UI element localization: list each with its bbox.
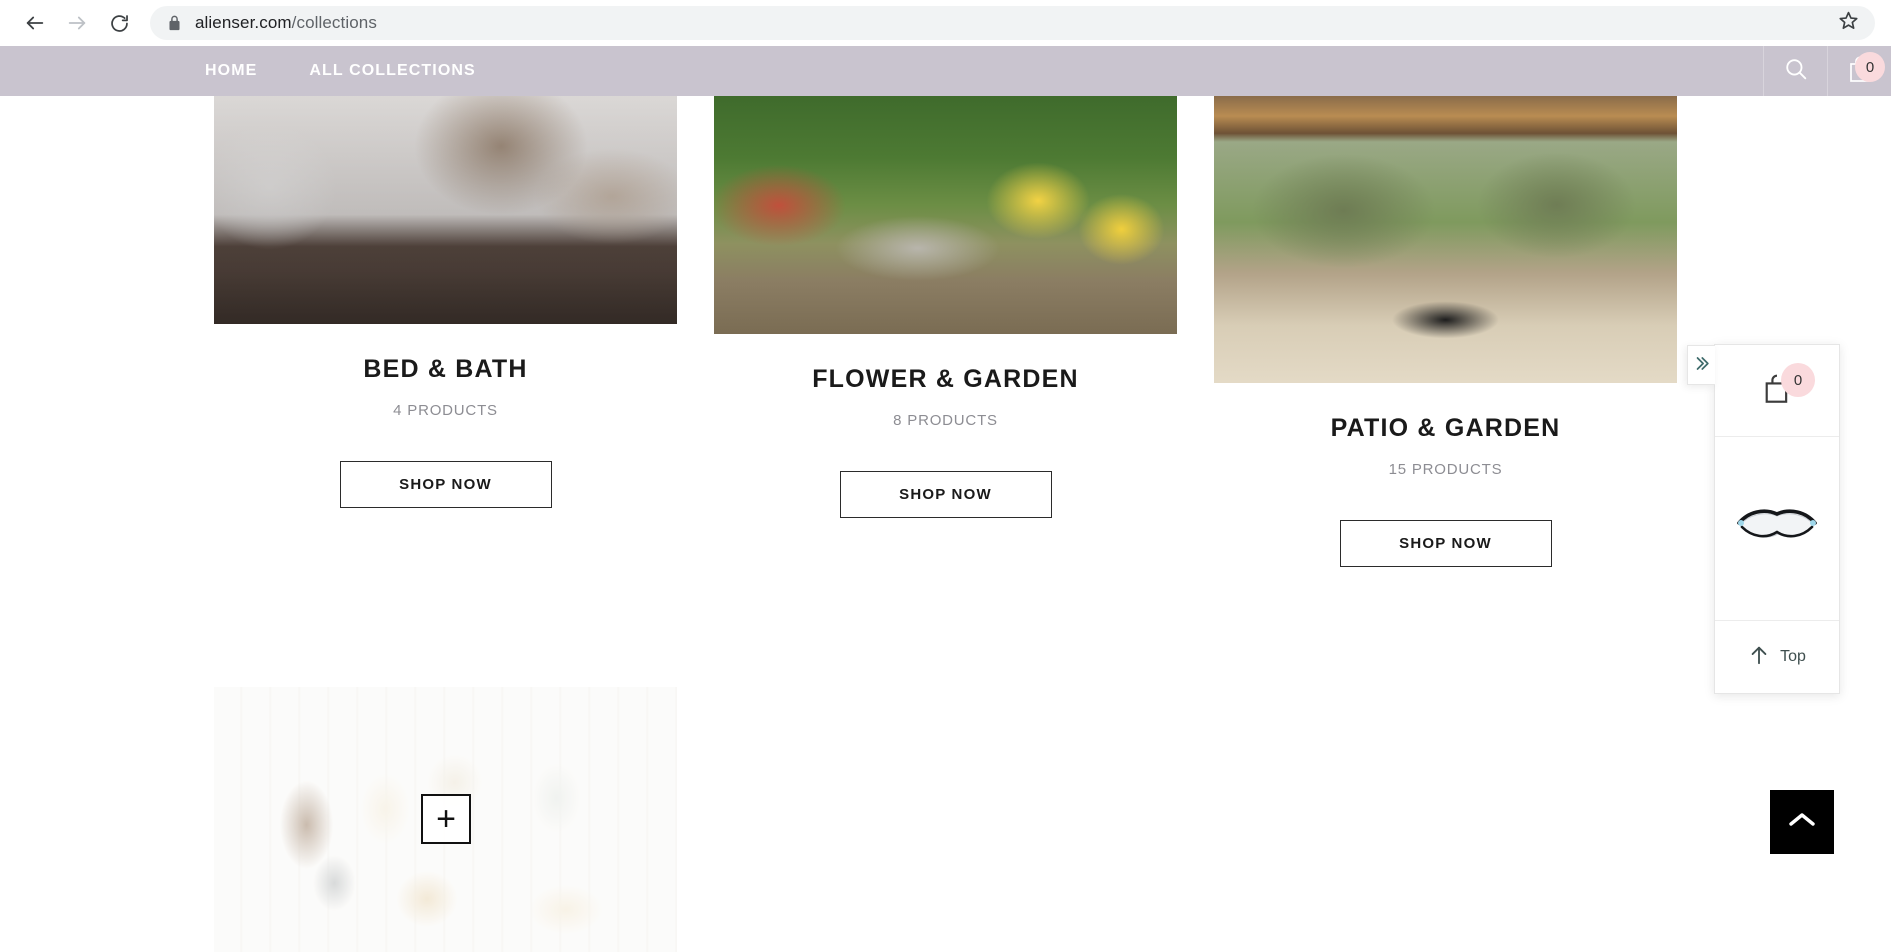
- bath-products-flatlay-image[interactable]: +: [214, 687, 677, 952]
- collection-product-count: 4 PRODUCTS: [393, 402, 498, 419]
- cart-button[interactable]: 0: [1827, 46, 1891, 96]
- browser-toolbar: alienser.com/collections: [0, 0, 1891, 46]
- collection-title: BED & BATH: [363, 355, 528, 383]
- shop-now-button[interactable]: SHOP NOW: [339, 461, 552, 508]
- nav-link-home[interactable]: HOME: [205, 62, 257, 80]
- widget-cart-count-badge: 0: [1781, 363, 1815, 397]
- shop-now-button[interactable]: SHOP NOW: [1339, 520, 1552, 567]
- shop-now-button[interactable]: SHOP NOW: [839, 471, 1052, 518]
- url-text: alienser.com/collections: [195, 13, 1830, 33]
- scroll-to-top-button[interactable]: [1770, 790, 1834, 854]
- chevron-double-right-icon: [1692, 354, 1711, 377]
- reload-button[interactable]: [98, 2, 140, 44]
- widget-scroll-top-link[interactable]: Top: [1715, 621, 1839, 693]
- search-icon: [1783, 56, 1809, 87]
- url-path: /collections: [291, 13, 377, 32]
- forward-button[interactable]: [56, 2, 98, 44]
- collection-product-count: 8 PRODUCTS: [893, 412, 998, 429]
- widget-cart-button[interactable]: 0: [1715, 345, 1839, 437]
- nav-links: HOME ALL COLLECTIONS: [205, 62, 476, 80]
- collection-card-flower-garden[interactable]: FLOWER & GARDEN 8 PRODUCTS SHOP NOW: [714, 96, 1177, 518]
- quick-add-button[interactable]: +: [421, 794, 471, 844]
- search-button[interactable]: [1763, 46, 1827, 96]
- bathroom-interior-image[interactable]: [214, 96, 677, 324]
- address-bar[interactable]: alienser.com/collections: [150, 6, 1875, 40]
- bookmark-button[interactable]: [1838, 10, 1859, 36]
- nav-actions: 0: [1763, 46, 1891, 96]
- back-button[interactable]: [14, 2, 56, 44]
- collection-card-patio-garden[interactable]: PATIO & GARDEN 15 PRODUCTS SHOP NOW: [1214, 96, 1677, 567]
- collection-product-count: 15 PRODUCTS: [1388, 461, 1503, 478]
- collection-title: PATIO & GARDEN: [1330, 414, 1561, 442]
- collection-card-bath-products[interactable]: +: [214, 687, 677, 952]
- cart-count-badge: 0: [1855, 52, 1885, 82]
- star-icon: [1838, 10, 1859, 36]
- arrow-up-icon: [1748, 643, 1770, 672]
- floating-side-widget: 0 Top: [1687, 344, 1840, 694]
- collection-card-bed-bath[interactable]: BED & BATH 4 PRODUCTS SHOP NOW: [214, 96, 677, 508]
- lock-icon: [168, 15, 181, 31]
- widget-product-thumbnail[interactable]: [1715, 437, 1839, 621]
- garden-deck-image[interactable]: [714, 96, 1177, 334]
- collections-page: BED & BATH 4 PRODUCTS SHOP NOW FLOWER & …: [0, 96, 1891, 952]
- site-navigation-bar: HOME ALL COLLECTIONS 0: [0, 46, 1891, 96]
- chevron-up-icon: [1787, 810, 1817, 835]
- widget-top-label: Top: [1780, 648, 1806, 665]
- forward-arrow-icon: [66, 12, 88, 34]
- collection-title: FLOWER & GARDEN: [812, 365, 1079, 393]
- back-arrow-icon: [24, 12, 46, 34]
- magnifying-glasses-thumbnail: [1734, 501, 1820, 556]
- nav-link-all-collections[interactable]: ALL COLLECTIONS: [309, 62, 475, 80]
- widget-collapse-button[interactable]: [1687, 345, 1715, 385]
- reload-icon: [109, 13, 130, 34]
- patio-pergola-image[interactable]: [1214, 96, 1677, 383]
- url-domain: alienser.com: [195, 13, 292, 32]
